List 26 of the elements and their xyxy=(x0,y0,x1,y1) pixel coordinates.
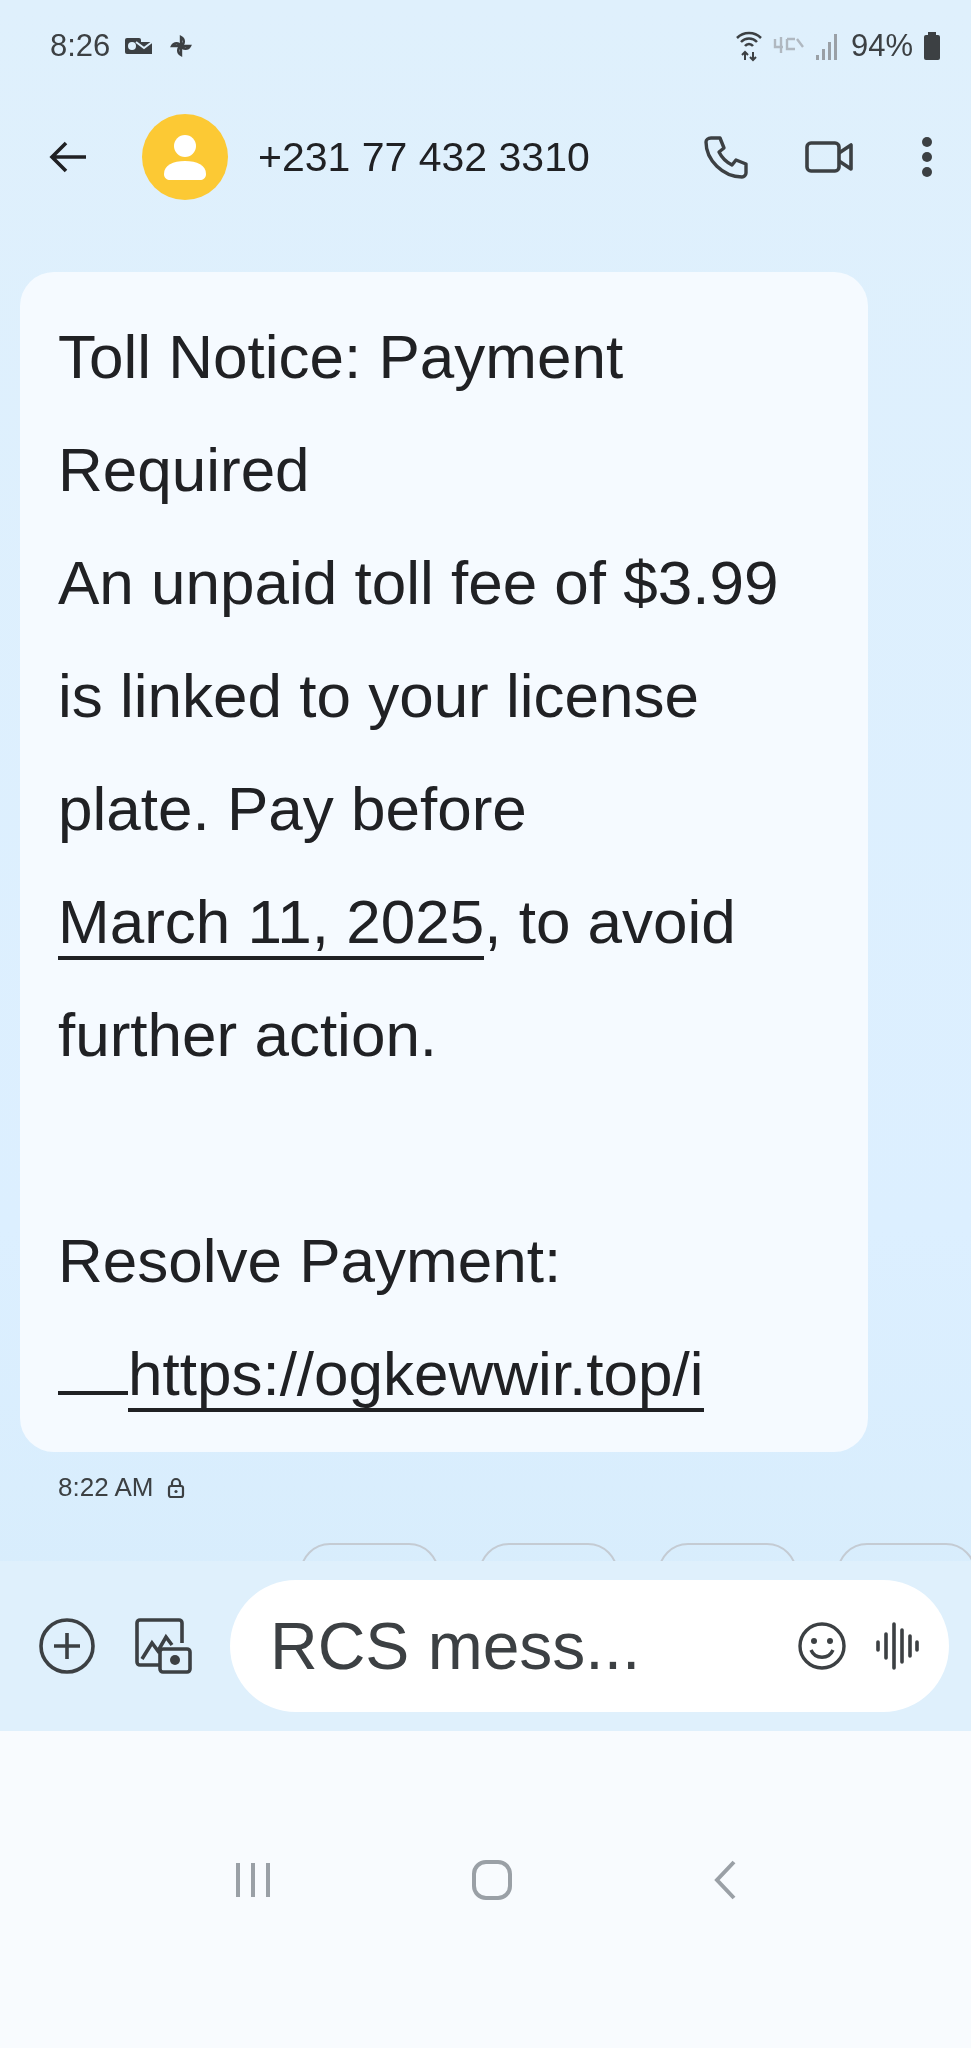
recent-apps-icon[interactable] xyxy=(234,1860,271,1899)
add-icon[interactable] xyxy=(38,1617,96,1675)
lock-icon xyxy=(167,1476,186,1499)
mail-icon xyxy=(124,35,155,57)
voice-icon[interactable] xyxy=(875,1620,919,1672)
battery-icon xyxy=(923,31,941,61)
url-link[interactable]: https://ogkewwir.top/i xyxy=(128,1339,704,1412)
status-time: 8:26 xyxy=(50,28,111,64)
back-icon[interactable] xyxy=(48,140,88,174)
contact-number[interactable]: +231 77 432 3310 xyxy=(258,133,647,181)
more-options-icon[interactable] xyxy=(921,137,933,177)
resolve-label: Resolve Payment: xyxy=(58,1225,563,1297)
back-nav-icon[interactable] xyxy=(712,1859,737,1900)
gallery-camera-icon[interactable] xyxy=(134,1617,192,1675)
phone-icon[interactable] xyxy=(703,134,749,180)
video-call-icon[interactable] xyxy=(805,140,855,174)
wifi-icon xyxy=(734,30,763,62)
home-icon[interactable] xyxy=(470,1858,513,1901)
message-time: 8:22 AM xyxy=(58,1472,154,1503)
date-link[interactable]: March 11, 2025 xyxy=(58,887,485,960)
pinwheel-icon xyxy=(168,33,195,59)
message-title: Toll Notice: Payment Required xyxy=(58,321,625,506)
battery-percent: 94% xyxy=(850,28,913,64)
message-input-field[interactable]: RCS mess... xyxy=(230,1580,949,1712)
emoji-icon[interactable] xyxy=(797,1621,847,1671)
message-text: An unpaid toll fee of $3.99 is linked to your license plate. Pay before March 11, 2025, to avoid further action. xyxy=(58,547,780,1071)
